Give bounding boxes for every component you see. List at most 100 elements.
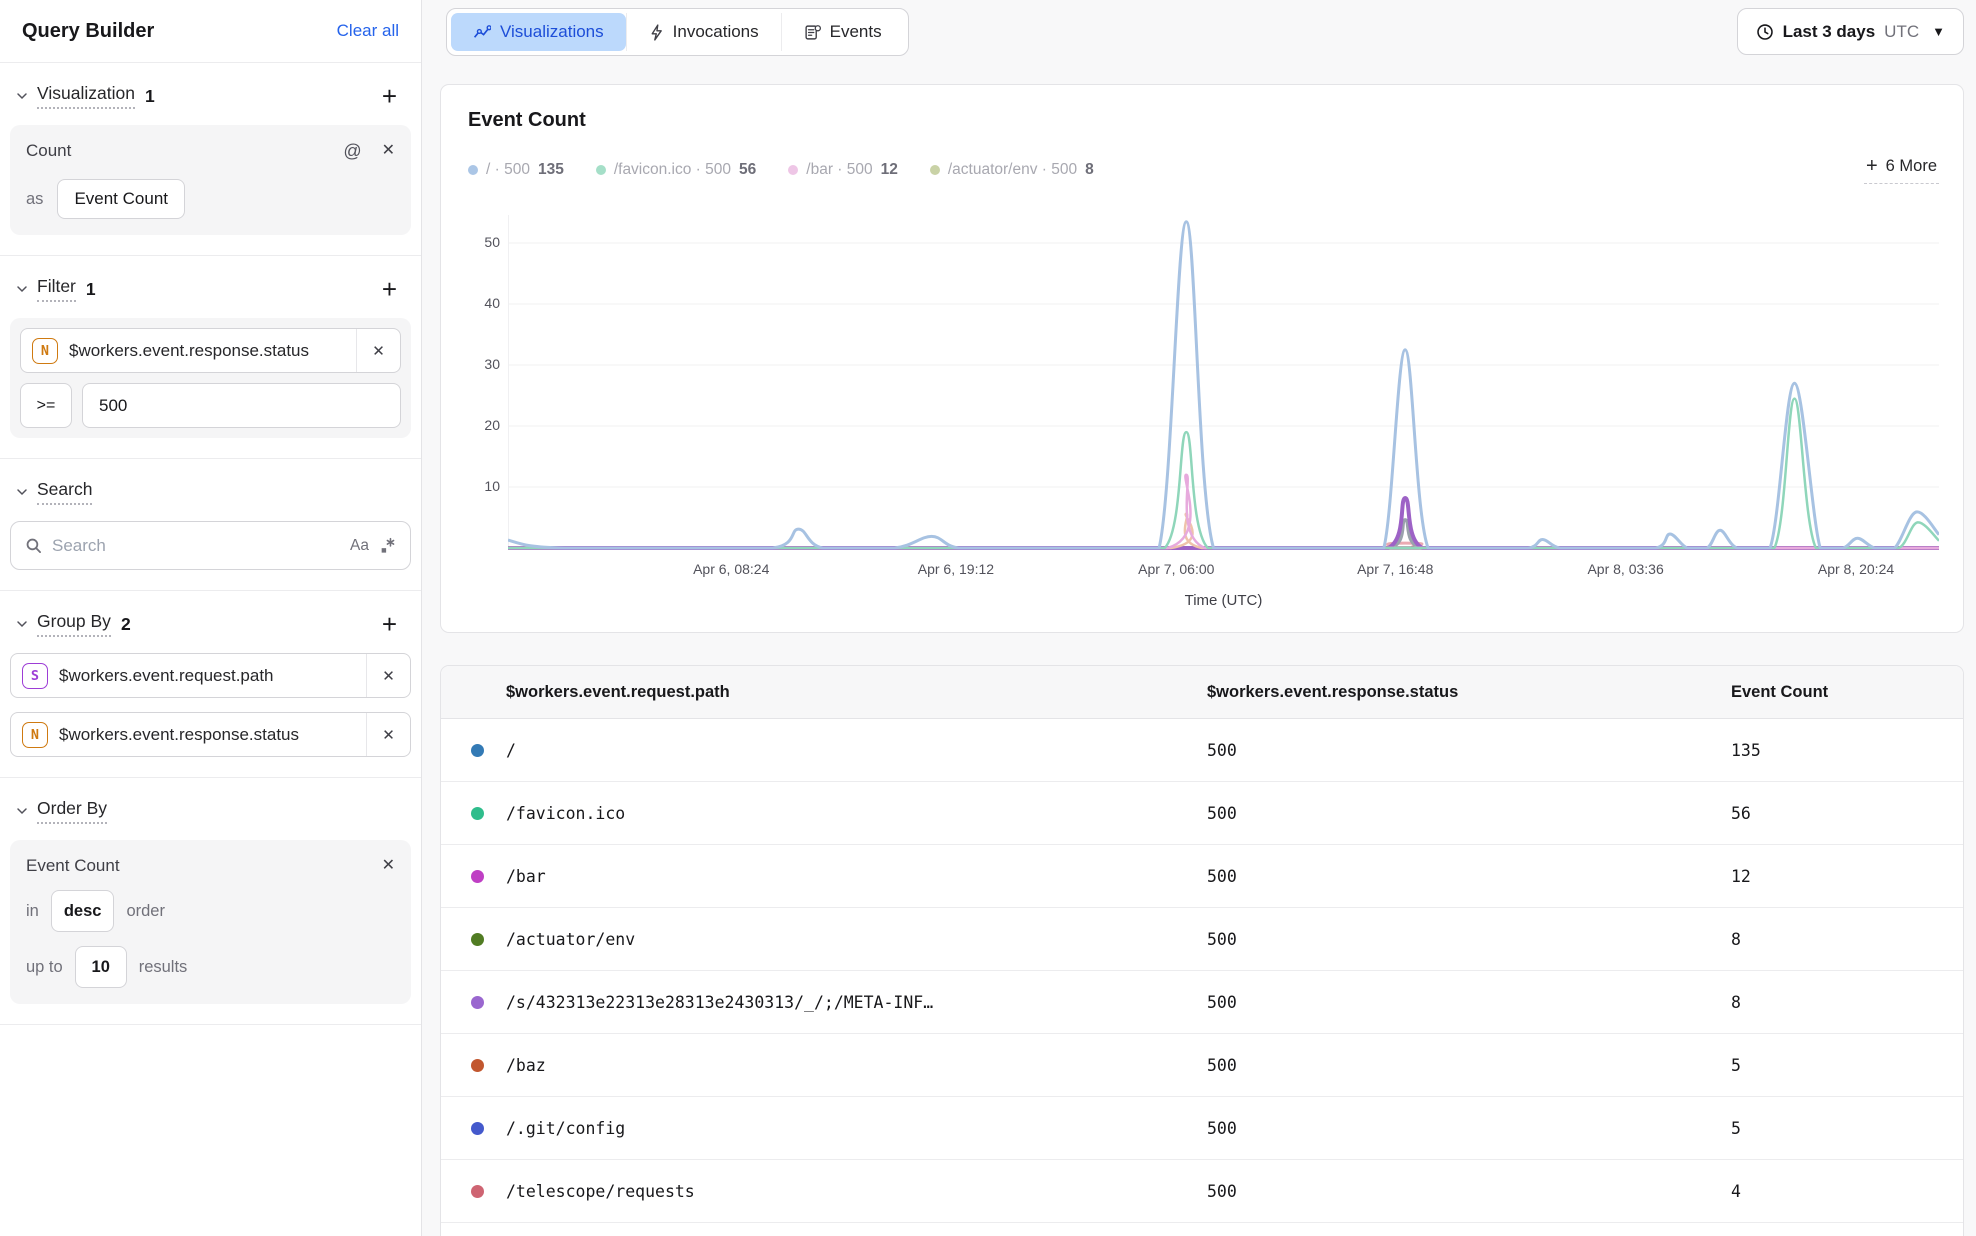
path-cell: /.git/config [441,1119,1207,1138]
group-by-field-name: $workers.event.request.path [59,666,366,686]
status-cell: 500 [1207,1182,1731,1201]
chevron-down-icon: ▼ [1932,24,1945,39]
remove-visualization-icon[interactable]: ✕ [382,143,395,159]
workers-observability-app: Query Builder Clear all Visualization 1 … [0,0,1976,1236]
number-type-icon: N [32,338,58,364]
at-mention-icon[interactable]: @ [343,142,361,160]
path-value: /actuator/env [506,930,655,949]
path-cell: /favicon.ico [441,804,1207,823]
path-cell: /telescope/requests [441,1182,1207,1201]
limit-input[interactable]: 10 [75,946,127,988]
clock-icon [1756,23,1774,41]
count-cell: 12 [1731,867,1963,886]
add-filter-button[interactable]: + [380,279,399,299]
series-dot-icon [471,996,484,1009]
filter-operator-select[interactable]: >= [20,383,72,428]
chevron-down-icon[interactable] [15,485,29,499]
y-axis-tick: 30 [445,356,500,372]
add-visualization-button[interactable]: + [380,86,399,106]
series-dot-icon [471,1059,484,1072]
count-cell: 135 [1731,741,1963,760]
divider [0,1024,421,1025]
remove-group-by-icon[interactable]: ✕ [366,713,410,756]
table-row[interactable]: /actuator/env5008 [441,908,1963,971]
search-section-header: Search [0,459,421,505]
visualization-section-header: Visualization 1 + [0,63,421,109]
chevron-down-icon[interactable] [15,89,29,103]
chart-series-unlabeled-purple [508,498,1939,548]
chevron-down-icon[interactable] [15,282,29,296]
x-axis-tick: Apr 7, 06:00 [1138,561,1214,577]
y-axis-tick: 10 [445,478,500,494]
chart-series--bar [508,475,1939,548]
remove-group-by-icon[interactable]: ✕ [366,654,410,697]
count-cell: 5 [1731,1056,1963,1075]
y-axis-tick: 20 [445,417,500,433]
filter-value-input[interactable] [82,383,401,428]
visualization-count: 1 [145,86,155,107]
remove-order-by-icon[interactable]: ✕ [382,858,395,874]
order-by-section-label: Order By [37,798,107,824]
group-by-section-label: Group By [37,611,111,637]
regex-icon[interactable] [379,537,396,554]
count-cell: 8 [1731,930,1963,949]
chart-series--favicon-ico [508,399,1939,548]
table-row[interactable]: /baz5005 [441,1034,1963,1097]
event-count-panel: Event Count / · 500135/favicon.ico · 500… [440,84,1964,633]
path-value: /bar [506,867,566,886]
series-dot-icon [471,1185,484,1198]
table-row[interactable]: /bar50012 [441,845,1963,908]
x-axis-tick: Apr 6, 19:12 [918,561,994,577]
series-dot-icon [471,933,484,946]
filter-field-chip[interactable]: N $workers.event.response.status ✕ [20,328,401,373]
y-axis-tick: 40 [445,295,500,311]
tab-visualizations[interactable]: Visualizations [451,13,626,51]
match-case-icon[interactable]: Aa [350,537,369,555]
tab-invocations[interactable]: Invocations [626,13,781,51]
order-direction-select[interactable]: desc [51,890,115,932]
search-box: Aa [10,521,411,570]
search-input[interactable] [52,536,340,556]
group-by-field-chip[interactable]: S $workers.event.request.path ✕ [10,653,411,698]
remove-filter-icon[interactable]: ✕ [356,329,400,372]
path-value: /favicon.ico [506,804,645,823]
filter-field-name: $workers.event.response.status [69,341,356,361]
x-axis-tick: Apr 6, 08:24 [693,561,769,577]
visualization-alias-box[interactable]: Event Count [57,179,185,219]
table-row[interactable]: /telescope/requests5004 [441,1160,1963,1223]
chart-series--actuator-env [508,514,1939,548]
table-row[interactable]: /s/432313e22313e28313e2430313/_/;/META-I… [441,971,1963,1034]
x-axis-tick: Apr 7, 16:48 [1357,561,1433,577]
group-by-count: 2 [121,614,131,635]
series-dot-icon [471,807,484,820]
path-cell: / [441,741,1207,760]
sidebar-header: Query Builder Clear all [0,0,421,63]
clear-all-button[interactable]: Clear all [337,21,399,41]
add-group-by-button[interactable]: + [380,614,399,634]
chevron-down-icon[interactable] [15,617,29,631]
table-row[interactable]: /.git/config5005 [441,1097,1963,1160]
time-range-selector[interactable]: Last 3 days UTC ▼ [1737,8,1964,55]
path-value: /telescope/requests [506,1182,715,1201]
path-cell: /baz [441,1056,1207,1075]
status-cell: 500 [1207,804,1731,823]
table-row[interactable]: /favicon.ico50056 [441,782,1963,845]
path-value: /.git/config [506,1119,645,1138]
tab-events[interactable]: Events [781,13,904,51]
chevron-down-icon[interactable] [15,804,29,818]
x-axis-tick: Apr 8, 20:24 [1818,561,1894,577]
main-panel: Visualizations Invocations Events [422,0,1976,1236]
filter-section-label: Filter [37,276,76,302]
as-label: as [26,190,43,209]
visualization-section-label: Visualization [37,83,135,109]
up-to-label: up to [26,958,63,977]
table-header: $workers.event.request.path $workers.eve… [441,666,1963,719]
chart-canvas[interactable]: 1020304050Apr 6, 08:24Apr 6, 19:12Apr 7,… [441,85,1963,632]
view-tabs: Visualizations Invocations Events [446,8,909,56]
series-dot-icon [471,1122,484,1135]
x-axis-title: Time (UTC) [1185,592,1263,609]
status-cell: 500 [1207,1119,1731,1138]
group-by-field-chip[interactable]: N $workers.event.response.status ✕ [10,712,411,757]
line-chart[interactable] [508,215,1939,552]
table-row[interactable]: /500135 [441,719,1963,782]
